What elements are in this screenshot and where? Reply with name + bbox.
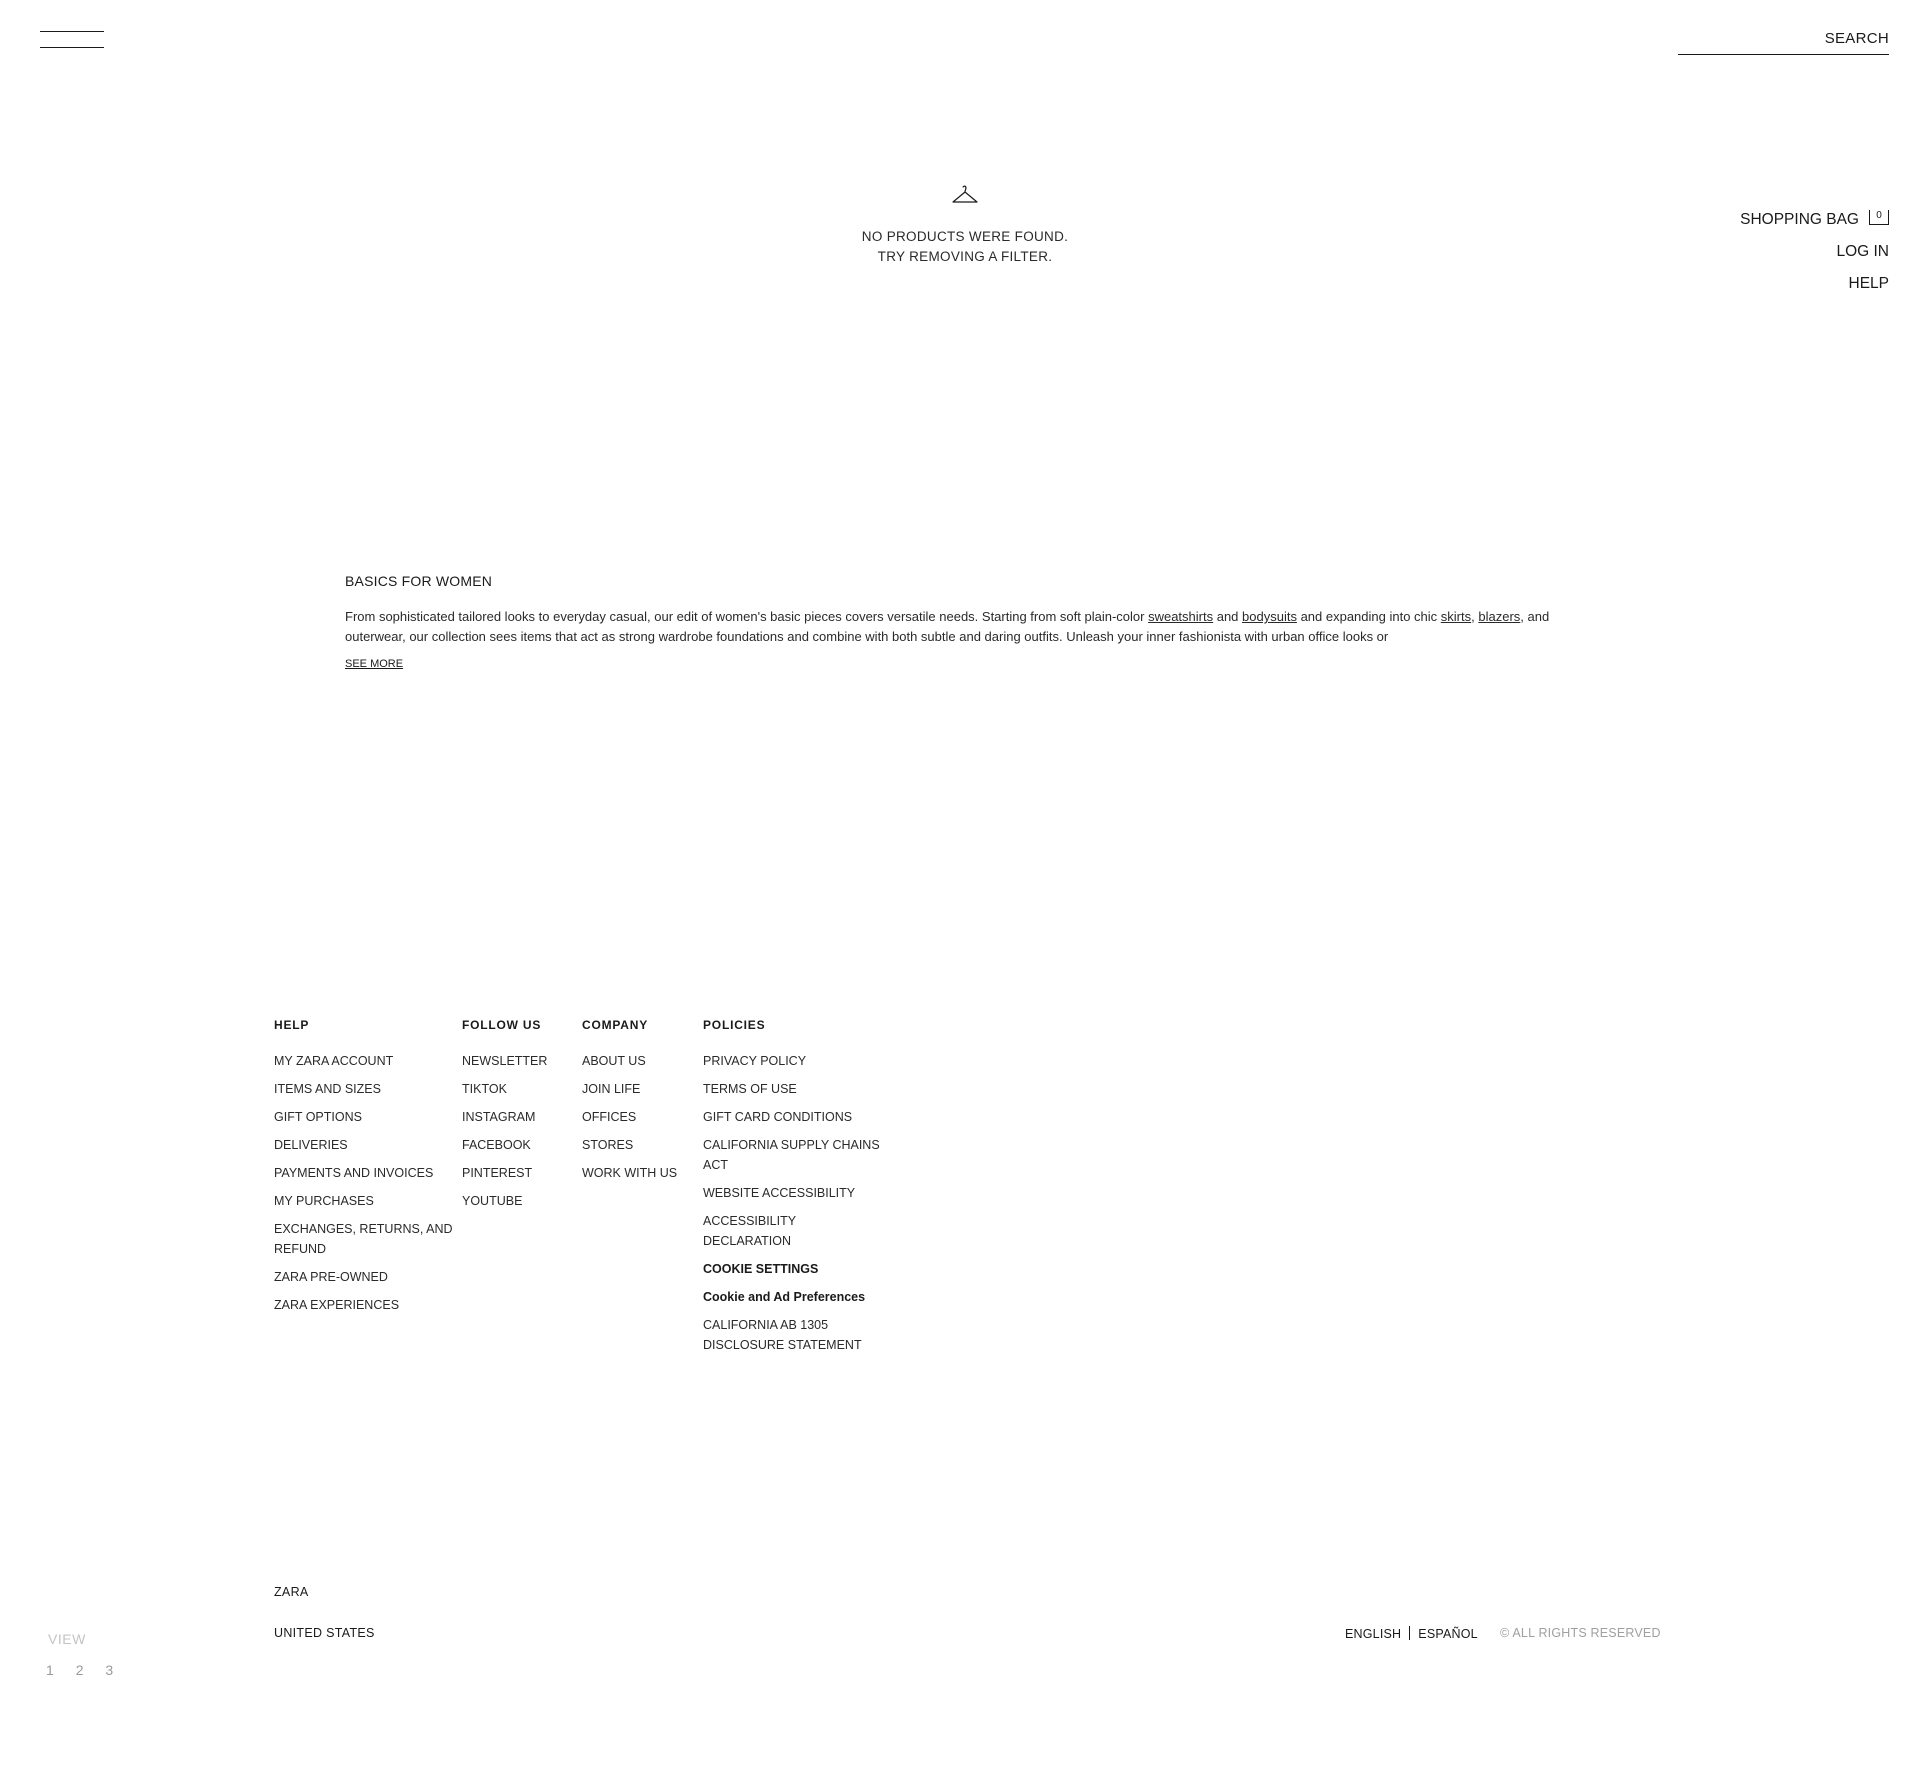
footer-link[interactable]: NEWSLETTER bbox=[462, 1051, 572, 1071]
account-nav: SHOPPING BAG 0 LOG IN HELP bbox=[1740, 210, 1889, 306]
category-description-text: From sophisticated tailored looks to eve… bbox=[345, 607, 1550, 647]
footer-link[interactable]: PAYMENTS AND INVOICES bbox=[274, 1163, 454, 1183]
footer-link[interactable]: JOIN LIFE bbox=[582, 1079, 692, 1099]
footer-link[interactable]: ZARA EXPERIENCES bbox=[274, 1295, 454, 1315]
footer-link[interactable]: GIFT OPTIONS bbox=[274, 1107, 454, 1127]
help-link[interactable]: HELP bbox=[1740, 274, 1890, 306]
footer-link[interactable]: MY ZARA ACCOUNT bbox=[274, 1051, 454, 1071]
footer-link[interactable]: INSTAGRAM bbox=[462, 1107, 572, 1127]
footer-link[interactable]: GIFT CARD CONDITIONS bbox=[703, 1107, 883, 1127]
language-english[interactable]: ENGLISH bbox=[1345, 1627, 1401, 1641]
brand-name: ZARA bbox=[274, 1585, 309, 1599]
footer-heading-policies: POLICIES bbox=[703, 1018, 766, 1032]
footer-link[interactable]: EXCHANGES, RETURNS, AND REFUND bbox=[274, 1219, 454, 1259]
shopping-bag-label: SHOPPING BAG bbox=[1740, 211, 1859, 228]
link-blazers[interactable]: blazers bbox=[1478, 609, 1520, 624]
footer-column-follow: FOLLOW US NEWSLETTER TIKTOK INSTAGRAM FA… bbox=[462, 1018, 572, 1219]
hanger-icon bbox=[952, 185, 978, 203]
empty-state: NO PRODUCTS WERE FOUND. TRY REMOVING A F… bbox=[760, 185, 1170, 267]
link-skirts[interactable]: skirts bbox=[1441, 609, 1471, 624]
category-description: BASICS FOR WOMEN From sophisticated tail… bbox=[345, 573, 1550, 672]
footer-heading-help: HELP bbox=[274, 1018, 310, 1032]
footer-link[interactable]: PINTEREST bbox=[462, 1163, 572, 1183]
country-selector[interactable]: UNITED STATES bbox=[274, 1626, 375, 1640]
cookie-settings-link[interactable]: COOKIE SETTINGS bbox=[703, 1259, 883, 1279]
link-bodysuits[interactable]: bodysuits bbox=[1242, 609, 1297, 624]
footer-link[interactable]: STORES bbox=[582, 1135, 692, 1155]
view-options: 1 2 3 bbox=[46, 1662, 131, 1678]
desc-text-3: and expanding into chic bbox=[1296, 609, 1441, 624]
search-label: SEARCH bbox=[1824, 30, 1889, 47]
footer-link[interactable]: WORK WITH US bbox=[582, 1163, 692, 1183]
footer-link[interactable]: ZARA PRE-OWNED bbox=[274, 1267, 454, 1287]
footer-link[interactable]: ITEMS AND SIZES bbox=[274, 1079, 454, 1099]
empty-message-line-2: TRY REMOVING A FILTER. bbox=[877, 249, 1053, 264]
bag-count: 0 bbox=[1876, 210, 1882, 221]
footer-link[interactable]: WEBSITE ACCESSIBILITY bbox=[703, 1183, 883, 1203]
footer-link[interactable]: ACCESSIBILITY DECLARATION bbox=[703, 1211, 883, 1251]
cookie-preferences-link[interactable]: Cookie and Ad Preferences bbox=[703, 1287, 883, 1307]
footer-link[interactable]: FACEBOOK bbox=[462, 1135, 572, 1155]
link-sweatshirts[interactable]: sweatshirts bbox=[1148, 609, 1213, 624]
footer-heading-company: COMPANY bbox=[582, 1018, 649, 1032]
footer-link[interactable]: PRIVACY POLICY bbox=[703, 1051, 883, 1071]
view-option-2[interactable]: 2 bbox=[76, 1662, 84, 1678]
footer-link[interactable]: TIKTOK bbox=[462, 1079, 572, 1099]
footer-link[interactable]: YOUTUBE bbox=[462, 1191, 572, 1211]
footer-link[interactable]: OFFICES bbox=[582, 1107, 692, 1127]
category-title: BASICS FOR WOMEN bbox=[345, 573, 493, 589]
footer-link[interactable]: CALIFORNIA AB 1305 DISCLOSURE STATEMENT bbox=[703, 1315, 883, 1355]
shopping-bag-link[interactable]: SHOPPING BAG 0 bbox=[1740, 210, 1889, 242]
menu-button[interactable] bbox=[40, 28, 104, 50]
view-option-1[interactable]: 1 bbox=[46, 1662, 54, 1678]
see-more-link[interactable]: SEE MORE bbox=[345, 658, 403, 670]
footer-link[interactable]: CALIFORNIA SUPPLY CHAINS ACT bbox=[703, 1135, 883, 1175]
footer-link[interactable]: DELIVERIES bbox=[274, 1135, 454, 1155]
menu-bar-bottom bbox=[40, 47, 104, 48]
shopping-bag-icon: 0 bbox=[1869, 210, 1889, 225]
language-selector: ENGLISH ESPAÑOL bbox=[1345, 1626, 1478, 1641]
search-input[interactable]: SEARCH bbox=[1678, 26, 1889, 55]
log-in-link[interactable]: LOG IN bbox=[1740, 242, 1889, 274]
desc-text-1: From sophisticated tailored looks to eve… bbox=[345, 609, 1149, 624]
menu-bar-top bbox=[40, 31, 104, 32]
footer-column-company: COMPANY ABOUT US JOIN LIFE OFFICES STORE… bbox=[582, 1018, 692, 1191]
footer-link[interactable]: ABOUT US bbox=[582, 1051, 692, 1071]
view-option-3[interactable]: 3 bbox=[105, 1662, 113, 1678]
footer-link[interactable]: TERMS OF USE bbox=[703, 1079, 883, 1099]
language-spanish[interactable]: ESPAÑOL bbox=[1418, 1627, 1478, 1641]
empty-message-line-1: NO PRODUCTS WERE FOUND. bbox=[861, 229, 1069, 244]
copyright-text: © ALL RIGHTS RESERVED bbox=[1500, 1626, 1661, 1640]
desc-text-2: and bbox=[1213, 609, 1243, 624]
footer-link[interactable]: MY PURCHASES bbox=[274, 1191, 454, 1211]
footer-column-policies: POLICIES PRIVACY POLICY TERMS OF USE GIF… bbox=[703, 1018, 883, 1363]
footer-heading-follow: FOLLOW US bbox=[462, 1018, 542, 1032]
view-label: VIEW bbox=[48, 1631, 86, 1647]
footer-column-help: HELP MY ZARA ACCOUNT ITEMS AND SIZES GIF… bbox=[274, 1018, 454, 1323]
language-divider bbox=[1409, 1626, 1411, 1640]
